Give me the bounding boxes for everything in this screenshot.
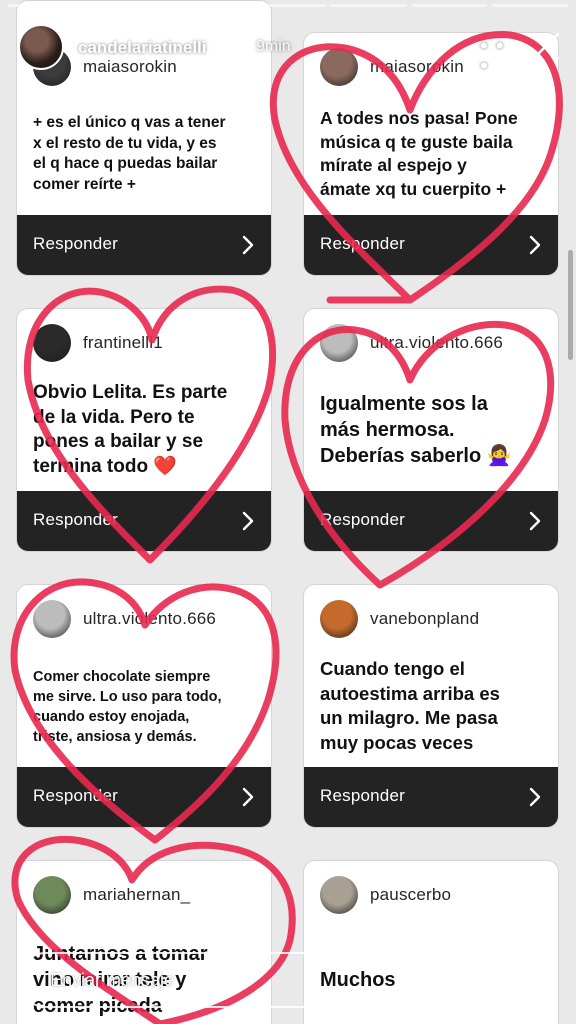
progress-segment [88,4,166,7]
message-input[interactable] [50,970,450,991]
response-username[interactable]: ultra.violento.666 [83,609,216,629]
chevron-right-icon [529,787,541,807]
response-message: A todes nos pasa! Pone música q te guste… [320,108,518,199]
response-message: Cuando tengo el autoestima arriba es un … [320,658,500,753]
reply-label: Responder [320,510,405,529]
reply-button[interactable]: Responder [304,215,558,275]
response-message: + es el único q vas a tener x el resto d… [33,114,226,193]
chevron-right-icon [242,235,254,255]
response-message: Igualmente sos la más hermosa. Deberías … [320,393,512,467]
response-username[interactable]: mariahernan_ [83,885,190,905]
reply-label: Responder [320,234,405,253]
question-response-card: vanebonpland Cuando tengo el autoestima … [303,584,559,828]
response-message: Obvio Lelita. Es parte de la vida. Pero … [33,382,228,477]
reply-label: Responder [320,786,405,805]
avatar[interactable] [33,600,71,638]
question-response-card: frantinelli1 Obvio Lelita. Es parte de l… [16,308,272,552]
story-header: candelariatinelli 9min • • • [18,22,562,77]
reply-label: Responder [33,510,118,529]
progress-segment [249,4,327,7]
question-response-card: ultra.violento.666 Comer chocolate siemp… [16,584,272,828]
story-avatar[interactable] [18,24,64,70]
reply-label: Responder [33,786,118,805]
question-response-card: ultra.violento.666 Igualmente sos la más… [303,308,559,552]
reply-label: Responder [33,234,118,253]
response-username[interactable]: vanebonpland [370,609,479,629]
progress-segment [330,4,407,7]
progress-segment [8,4,85,7]
close-icon[interactable] [530,30,562,62]
avatar[interactable] [33,876,71,914]
reply-button[interactable]: Responder [17,491,271,551]
send-icon[interactable] [518,962,554,998]
response-username[interactable]: frantinelli1 [83,333,163,353]
story-progress-bar [8,4,569,7]
more-horizontal-icon[interactable]: • • • [480,35,510,77]
message-composer [18,952,500,1008]
chevron-right-icon [242,511,254,531]
progress-segment [410,4,488,7]
reply-button[interactable]: Responder [304,767,558,827]
story-timestamp: 9min [256,38,291,55]
chevron-right-icon [529,235,541,255]
progress-segment [491,4,569,7]
chevron-right-icon [242,787,254,807]
avatar[interactable] [320,876,358,914]
reply-button[interactable]: Responder [17,215,271,275]
progress-segment [169,4,246,7]
reply-button[interactable]: Responder [17,767,271,827]
response-message: Comer chocolate siempre me sirve. Lo uso… [33,669,222,745]
avatar[interactable] [320,600,358,638]
response-username[interactable]: ultra.violento.666 [370,333,503,353]
response-username[interactable]: pauscerbo [370,885,451,905]
scrollbar[interactable] [568,250,573,360]
avatar[interactable] [33,324,71,362]
story-username[interactable]: candelariatinelli [78,38,207,58]
reply-button[interactable]: Responder [304,491,558,551]
chevron-right-icon [529,511,541,531]
avatar[interactable] [320,324,358,362]
